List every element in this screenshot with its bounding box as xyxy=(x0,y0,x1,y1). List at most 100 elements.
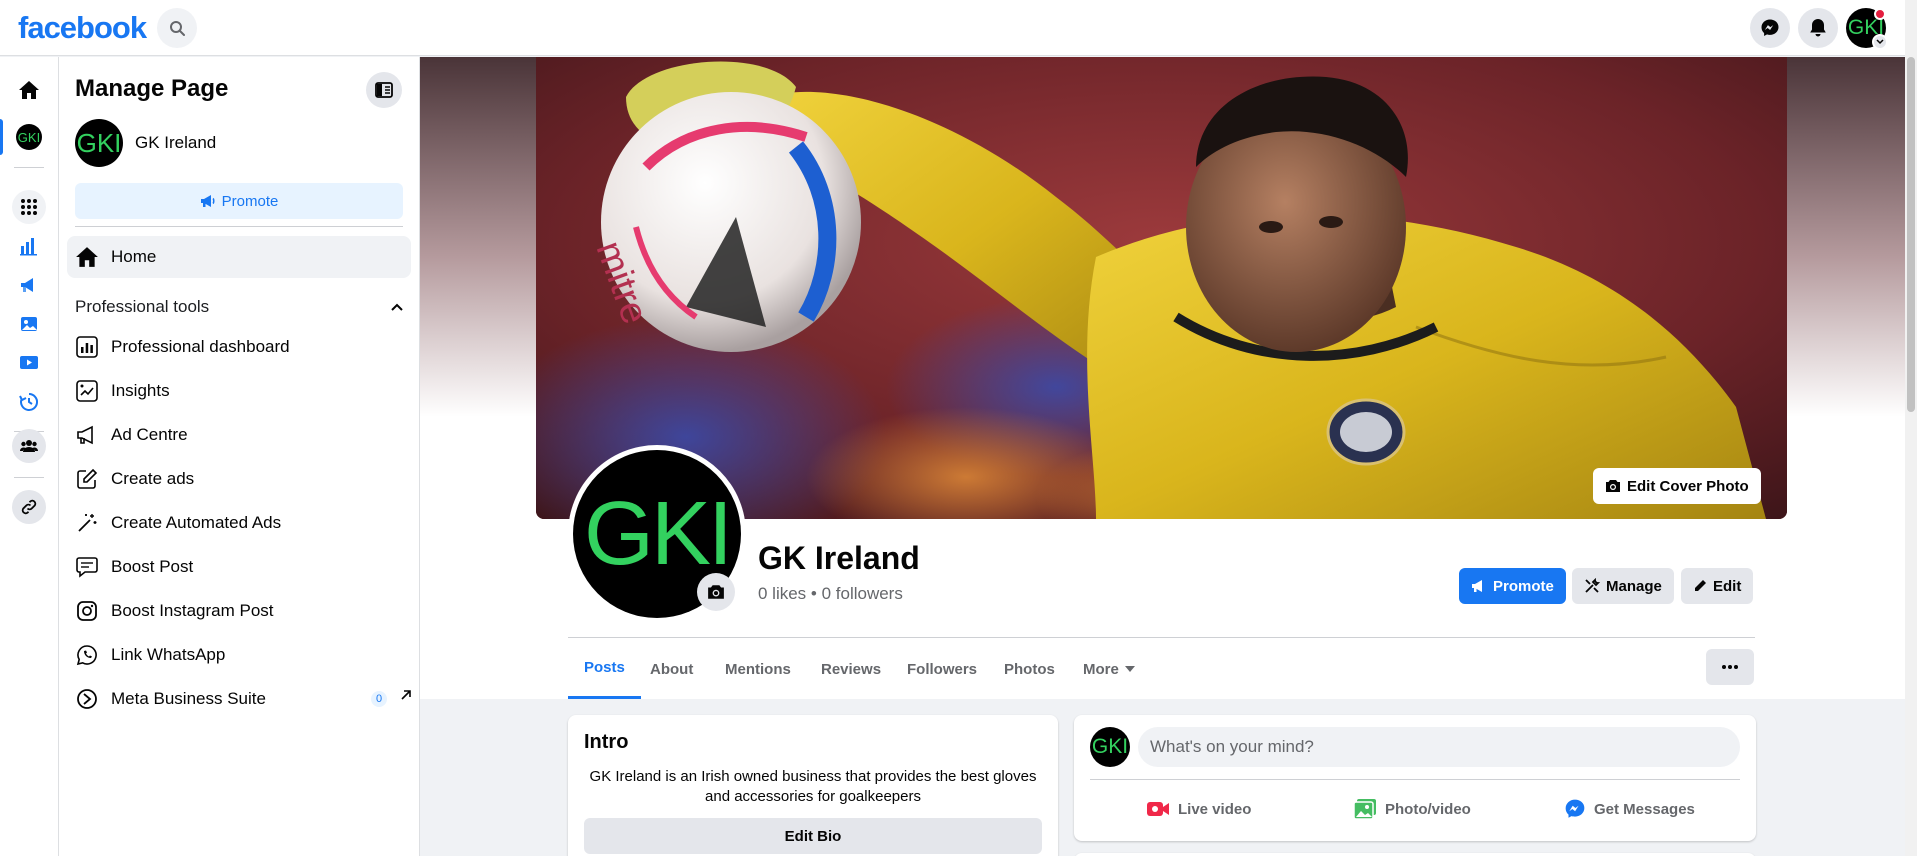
tool-meta-business-suite[interactable]: Meta Business Suite 0 xyxy=(75,681,411,717)
pencil-square-icon xyxy=(75,467,99,491)
rail-video[interactable] xyxy=(12,346,46,380)
tool-boost-instagram-post[interactable]: Boost Instagram Post xyxy=(75,593,411,629)
post-composer: GKI What's on your mind? Live video Phot… xyxy=(1074,715,1756,841)
rail-ads[interactable] xyxy=(12,268,46,302)
search-button[interactable] xyxy=(157,8,197,48)
get-messages-button[interactable]: Get Messages xyxy=(1564,789,1695,829)
notifications-button[interactable] xyxy=(1798,8,1838,48)
insights-icon xyxy=(75,379,99,403)
edit-button[interactable]: Edit xyxy=(1681,568,1754,604)
cover-photo[interactable]: mitre xyxy=(536,57,1787,519)
count-badge: 0 xyxy=(371,691,387,707)
tool-professional-dashboard[interactable]: Professional dashboard xyxy=(75,329,411,365)
rail-active-indicator xyxy=(0,119,3,155)
page-name: GK Ireland xyxy=(135,133,217,152)
tool-insights[interactable]: Insights xyxy=(75,373,411,409)
tool-label: Boost Post xyxy=(111,557,194,576)
divider xyxy=(75,226,403,227)
rail-insights[interactable] xyxy=(12,229,46,263)
tab-photos[interactable]: Photos xyxy=(988,639,1071,699)
megaphone-icon xyxy=(75,423,99,447)
collapse-panel-button[interactable] xyxy=(366,72,402,108)
photo-video-label: Photo/video xyxy=(1385,800,1471,818)
page-scrollbar[interactable] xyxy=(1905,0,1917,856)
promote-button[interactable]: Promote xyxy=(1459,568,1566,604)
account-menu-chevron[interactable] xyxy=(1872,34,1888,50)
professional-tools-header[interactable]: Professional tools xyxy=(75,295,403,319)
video-icon xyxy=(19,354,39,372)
people-icon xyxy=(20,439,38,453)
manage-button[interactable]: Manage xyxy=(1572,568,1674,604)
facebook-logo[interactable]: facebook xyxy=(18,10,147,46)
page-main: mitre Edit Cover Photo GKI GK Ireland 0 … xyxy=(420,57,1905,856)
tool-ad-centre[interactable]: Ad Centre xyxy=(75,417,411,453)
edit-cover-photo-button[interactable]: Edit Cover Photo xyxy=(1593,468,1761,504)
photo-video-button[interactable]: Photo/video xyxy=(1353,789,1471,829)
tab-followers[interactable]: Followers xyxy=(891,639,993,699)
tool-label: Create Automated Ads xyxy=(111,513,282,532)
tab-more-label: More xyxy=(1083,660,1119,678)
tool-label: Create ads xyxy=(111,469,195,488)
external-link-icon[interactable] xyxy=(400,689,412,701)
page-title: GK Ireland xyxy=(758,540,920,576)
rail-page[interactable]: GKI xyxy=(12,120,46,154)
apps-grid-icon xyxy=(20,198,38,216)
edit-cover-label: Edit Cover Photo xyxy=(1627,477,1749,495)
notification-dot xyxy=(1874,8,1886,20)
tool-label: Ad Centre xyxy=(111,425,188,444)
intro-bio: GK Ireland is an Irish owned business th… xyxy=(589,768,1037,805)
photo-icon xyxy=(1353,798,1377,820)
manage-label: Manage xyxy=(1606,577,1662,595)
tab-reviews[interactable]: Reviews xyxy=(805,639,897,699)
whats-on-your-mind-input[interactable]: What's on your mind? xyxy=(1138,727,1740,767)
home-icon xyxy=(18,80,40,100)
tab-posts[interactable]: Posts xyxy=(568,639,641,699)
update-profile-picture-button[interactable] xyxy=(697,573,735,611)
tool-label: Meta Business Suite xyxy=(111,689,266,708)
tool-label: Insights xyxy=(111,381,170,400)
rail-people[interactable] xyxy=(12,429,46,463)
rail-content[interactable] xyxy=(12,307,46,341)
edit-label: Edit xyxy=(1713,577,1742,595)
tab-mentions[interactable]: Mentions xyxy=(709,639,807,699)
link-icon xyxy=(20,498,38,516)
promote-button[interactable]: Promote xyxy=(75,183,403,219)
live-video-button[interactable]: Live video xyxy=(1146,789,1251,829)
messenger-icon xyxy=(1564,798,1586,820)
rail-history[interactable] xyxy=(12,385,46,419)
tab-more[interactable]: More xyxy=(1067,639,1151,699)
edit-bio-button[interactable]: Edit Bio xyxy=(584,818,1042,854)
page-stats[interactable]: 0 likes • 0 followers xyxy=(758,584,903,604)
sidebar-item-home[interactable]: Home xyxy=(67,236,411,278)
tab-about[interactable]: About xyxy=(634,639,709,699)
tabs-divider xyxy=(568,637,1755,638)
rail-home[interactable] xyxy=(12,73,46,107)
tool-label: Professional dashboard xyxy=(111,337,290,356)
whatsapp-icon xyxy=(75,643,99,667)
tool-label: Link WhatsApp xyxy=(111,645,226,664)
home-icon xyxy=(75,246,111,268)
page-switcher[interactable]: GKI GK Ireland xyxy=(75,119,216,167)
meta-business-icon xyxy=(75,687,99,711)
tool-boost-post[interactable]: Boost Post xyxy=(75,549,411,585)
caret-down-icon xyxy=(1124,666,1135,672)
tool-link-whatsapp[interactable]: Link WhatsApp xyxy=(75,637,411,673)
history-icon xyxy=(19,392,39,412)
manage-page-panel: Manage Page GKI GK Ireland Promote Home … xyxy=(59,57,420,856)
tool-create-automated-ads[interactable]: Create Automated Ads xyxy=(75,505,411,541)
live-video-label: Live video xyxy=(1178,800,1252,818)
panel-title: Manage Page xyxy=(75,75,229,102)
scrollbar-thumb[interactable] xyxy=(1907,57,1915,412)
rail-apps[interactable] xyxy=(12,190,46,224)
more-options-button[interactable] xyxy=(1706,649,1754,685)
promote-label: Promote xyxy=(221,192,279,210)
divider xyxy=(1090,779,1740,780)
megaphone-icon xyxy=(1471,579,1487,593)
instagram-icon xyxy=(75,599,99,623)
rail-link[interactable] xyxy=(12,490,46,524)
composer-avatar[interactable]: GKI xyxy=(1090,727,1130,767)
tool-create-ads[interactable]: Create ads xyxy=(75,461,411,497)
bell-icon xyxy=(1809,18,1827,38)
messenger-button[interactable] xyxy=(1750,8,1790,48)
get-messages-label: Get Messages xyxy=(1594,800,1695,818)
